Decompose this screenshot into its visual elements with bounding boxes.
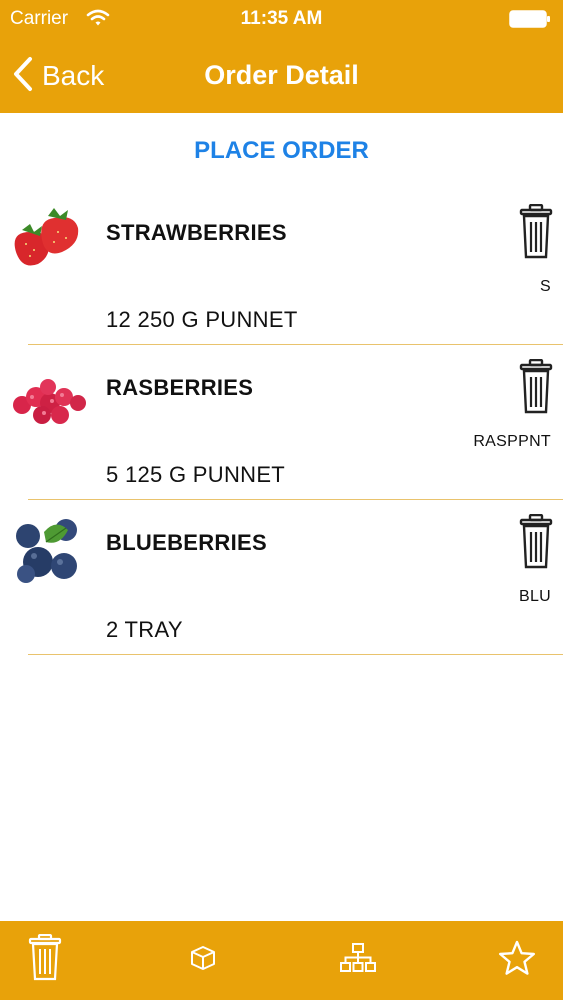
battery-icon: [509, 10, 551, 33]
status-bar: Carrier 11:35 AM: [0, 0, 563, 40]
trash-icon: [27, 933, 63, 987]
tab-trash[interactable]: [20, 921, 70, 1000]
tab-favorites[interactable]: [492, 921, 542, 1000]
item-code: RASPPNT: [473, 433, 551, 450]
trash-icon[interactable]: [517, 203, 555, 260]
list-item[interactable]: RASBERRIES RASPPNT 5 125 G PUNNET: [0, 345, 563, 500]
item-quantity: 5 125 G PUNNET: [106, 462, 286, 487]
tab-hierarchy[interactable]: [333, 921, 383, 1000]
star-icon: [498, 940, 536, 981]
trash-icon[interactable]: [517, 358, 555, 415]
status-time: 11:35 AM: [240, 8, 323, 29]
tab-bar: [0, 921, 563, 1000]
tab-box[interactable]: [178, 921, 228, 1000]
list-item[interactable]: BLUEBERRIES BLU 2 TRAY: [0, 500, 563, 655]
header: Carrier 11:35 AM Back Order Detail: [0, 0, 563, 113]
blueberries-photo: [8, 512, 88, 592]
item-quantity: 12 250 G PUNNET: [106, 307, 298, 332]
item-code: S: [540, 278, 551, 295]
divider: [28, 654, 563, 655]
list-item[interactable]: STRAWBERRIES S 12 250 G PUNNET: [0, 190, 563, 345]
trash-icon[interactable]: [517, 513, 555, 570]
item-quantity: 2 TRAY: [106, 617, 183, 642]
box-icon: [189, 944, 217, 977]
item-name: RASBERRIES: [106, 375, 254, 400]
navbar: Back Order Detail: [0, 40, 563, 113]
raspberries-photo: [8, 357, 88, 437]
page-title: Order Detail: [204, 60, 359, 90]
place-order-button[interactable]: PLACE ORDER: [0, 137, 563, 165]
strawberries-photo: [8, 202, 88, 282]
item-name: BLUEBERRIES: [106, 530, 267, 555]
hierarchy-icon: [340, 943, 376, 978]
item-code: BLU: [518, 588, 551, 605]
item-name: STRAWBERRIES: [106, 220, 287, 245]
